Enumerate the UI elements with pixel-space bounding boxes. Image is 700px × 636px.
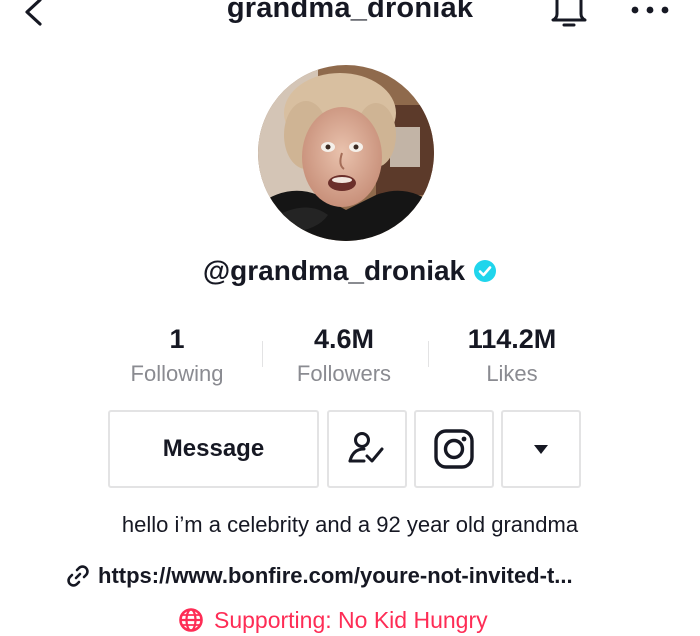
followers-label: Followers xyxy=(296,361,392,386)
more-options-icon[interactable] xyxy=(628,2,672,18)
message-button-label: Message xyxy=(162,435,265,462)
verified-badge-icon xyxy=(474,260,497,282)
top-bar: grandma_droniak xyxy=(0,0,700,40)
likes-label: Likes xyxy=(486,361,538,386)
stat-following[interactable]: 1 Following xyxy=(87,321,267,389)
likes-count: 114.2M xyxy=(467,324,557,354)
caret-down-icon xyxy=(534,445,548,454)
supporting-text[interactable]: Supporting: No Kid Hungry xyxy=(214,607,488,634)
stat-likes: 114.2M Likes xyxy=(422,321,602,389)
more-actions-dropdown[interactable] xyxy=(501,410,581,488)
profile-avatar[interactable] xyxy=(258,65,434,241)
message-button[interactable]: Message xyxy=(108,410,319,488)
instagram-button[interactable] xyxy=(414,410,494,488)
followers-count: 4.6M xyxy=(313,324,375,354)
unfollow-button[interactable] xyxy=(327,410,407,488)
bell-icon[interactable] xyxy=(548,0,590,30)
link-icon xyxy=(67,565,89,587)
unfollow-icon xyxy=(348,432,384,463)
profile-username-title: grandma_droniak xyxy=(226,0,474,24)
bio-text: hello i’m a celebrity and a 92 year old … xyxy=(121,512,579,537)
following-count: 1 xyxy=(169,324,185,354)
following-label: Following xyxy=(130,361,224,386)
handle-row: @grandma_droniak xyxy=(0,251,700,291)
globe-heart-icon xyxy=(179,608,203,632)
stat-followers[interactable]: 4.6M Followers xyxy=(254,321,434,389)
supporting-cause[interactable]: Supporting: No Kid Hungry xyxy=(178,604,488,636)
bio-link[interactable]: https://www.bonfire.com/youre-not-invite… xyxy=(66,561,573,591)
instagram-icon xyxy=(434,429,474,469)
profile-handle: @grandma_droniak xyxy=(202,255,466,286)
bio-link-text[interactable]: https://www.bonfire.com/youre-not-invite… xyxy=(98,563,573,589)
